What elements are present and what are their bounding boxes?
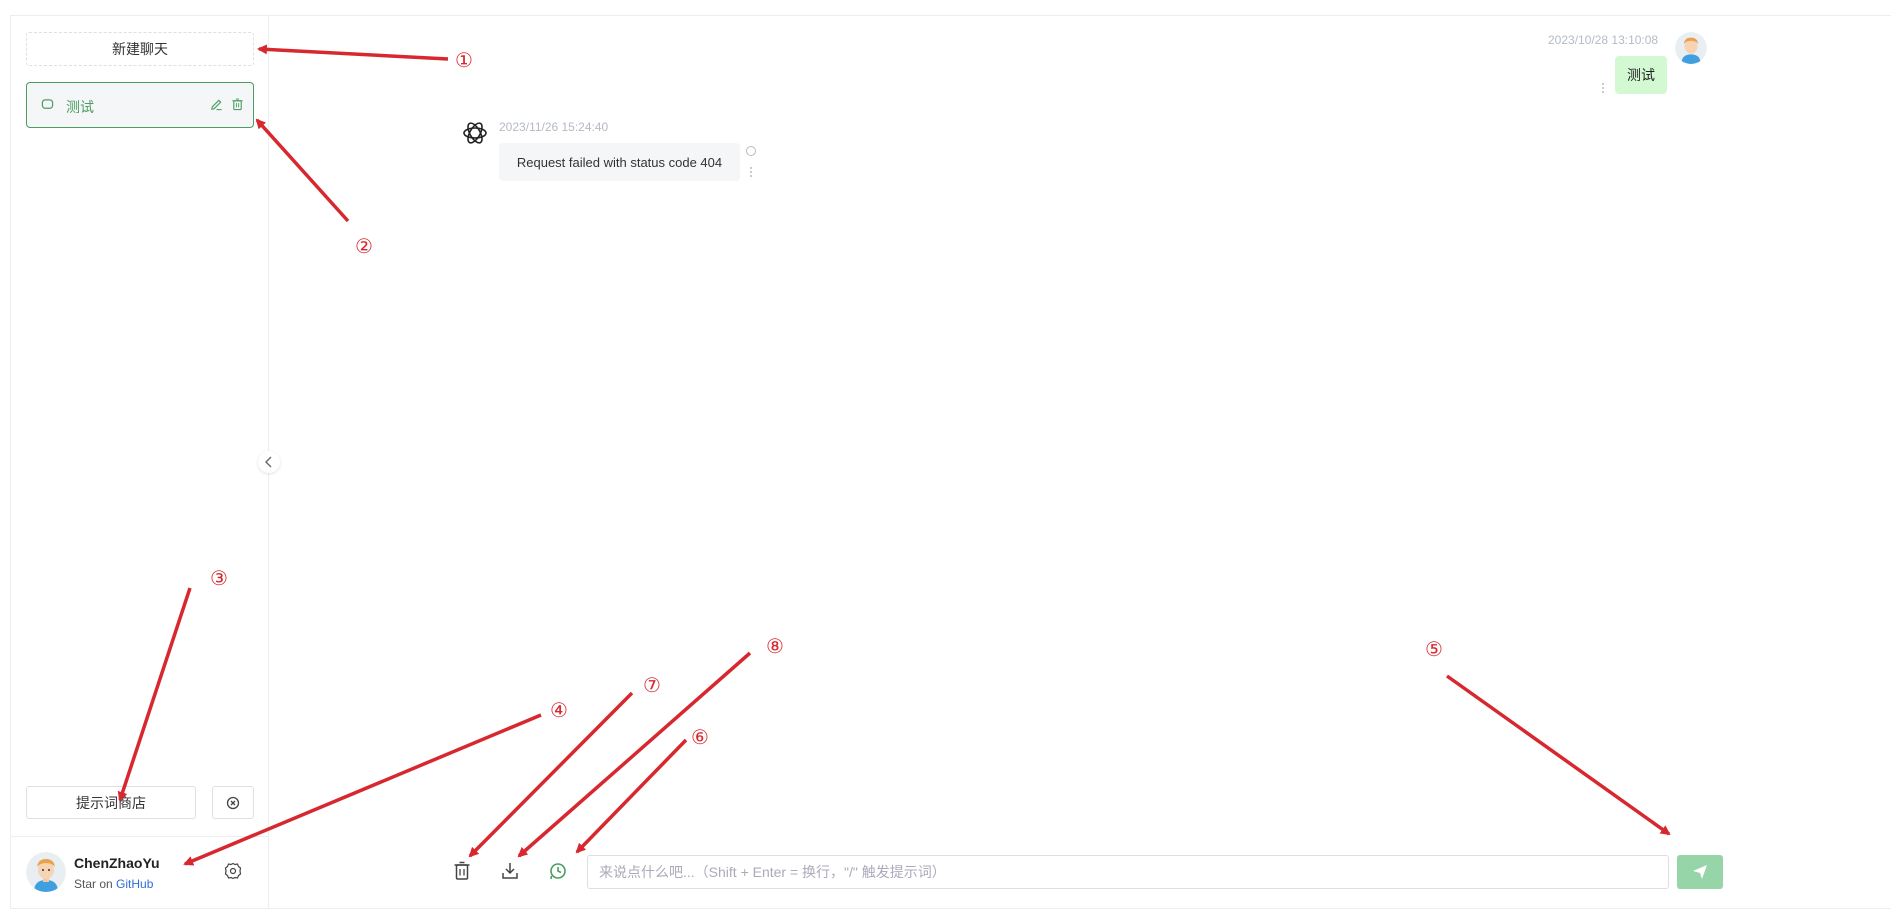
annotation-3: ③ [210, 566, 228, 590]
assistant-avatar-icon [463, 122, 487, 144]
sidebar [10, 15, 269, 909]
message-input[interactable]: 来说点什么吧...（Shift + Enter = 换行，"/" 触发提示词） [587, 855, 1669, 889]
prompt-store-button[interactable]: 提示词商店 [26, 786, 196, 819]
app-frame [10, 15, 1891, 909]
history-context-icon[interactable] [549, 861, 567, 881]
close-circle-icon [226, 796, 240, 809]
user-message-more-icon[interactable] [1601, 82, 1605, 94]
conversation-item[interactable]: 测试 [26, 82, 254, 128]
assistant-message-bubble: Request failed with status code 404 [499, 143, 740, 181]
chat-bubble-icon [41, 99, 54, 109]
delete-conversation-icon[interactable] [453, 861, 471, 881]
edit-icon[interactable] [210, 98, 223, 111]
settings-icon[interactable] [224, 862, 242, 880]
new-chat-button[interactable]: 新建聊天 [26, 32, 254, 66]
annotation-8: ⑧ [766, 634, 784, 658]
annotation-7: ⑦ [643, 673, 661, 697]
annotation-4: ④ [550, 698, 568, 722]
send-icon [1693, 865, 1707, 879]
clear-all-button[interactable] [212, 786, 254, 819]
annotation-2: ② [355, 234, 373, 258]
collapse-sidebar-button[interactable] [258, 451, 280, 473]
sidebar-divider [10, 836, 269, 837]
user-message-bubble: 测试 [1615, 56, 1667, 94]
download-icon[interactable] [501, 861, 519, 881]
github-link[interactable]: GitHub [116, 877, 153, 891]
conversation-title: 测试 [66, 99, 94, 115]
star-text: Star on [74, 877, 117, 891]
annotation-1: ① [455, 48, 473, 72]
annotation-6: ⑥ [691, 725, 709, 749]
user-subtitle: Star on GitHub [74, 877, 153, 891]
chevron-left-icon [265, 456, 272, 468]
copy-circle-icon[interactable] [745, 145, 757, 157]
user-message-avatar [1675, 32, 1707, 64]
user-avatar [26, 852, 66, 892]
user-name: ChenZhaoYu [74, 855, 160, 871]
assistant-message-time: 2023/11/26 15:24:40 [499, 120, 609, 134]
send-button[interactable] [1677, 855, 1723, 889]
assistant-message-more-icon[interactable] [749, 166, 753, 178]
delete-icon[interactable] [231, 98, 244, 111]
user-message-time: 2023/10/28 13:10:08 [1548, 33, 1659, 47]
annotation-5: ⑤ [1425, 637, 1443, 661]
